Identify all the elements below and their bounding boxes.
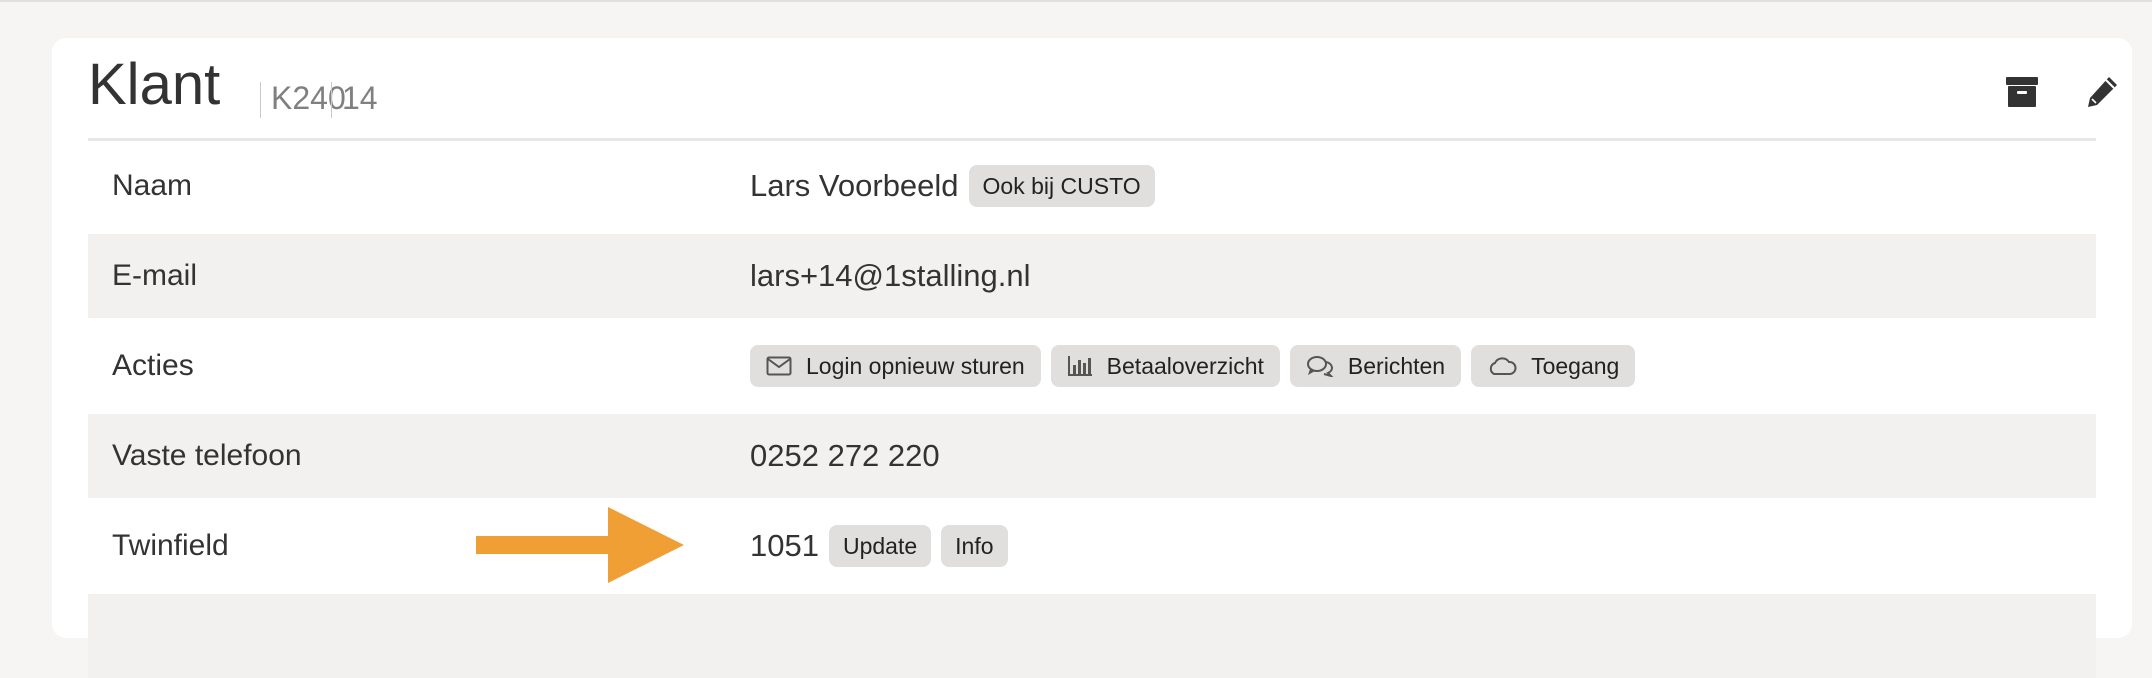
row-name: Naam Lars Voorbeeld Ook bij CUSTO	[88, 144, 2096, 228]
row-next	[88, 594, 2096, 678]
row-label-twinfield: Twinfield	[112, 529, 229, 562]
row-label-name: Naam	[112, 169, 193, 202]
row-phone: Vaste telefoon 0252 272 220	[88, 414, 2096, 498]
row-value-name: Lars Voorbeeld Ook bij CUSTO	[750, 144, 1155, 228]
card-header: Klant K240 14	[88, 38, 2117, 141]
access-button[interactable]: Toegang	[1471, 345, 1636, 387]
payment-overview-button[interactable]: Betaaloverzicht	[1050, 345, 1280, 387]
arrow-annotation-icon	[476, 507, 684, 583]
meta-separator	[260, 82, 261, 118]
also-at-badge: Ook bij CUSTO	[968, 165, 1155, 207]
row-value-twinfield: 1051 Update Info	[750, 504, 1008, 588]
messages-button[interactable]: Berichten	[1289, 345, 1462, 387]
meta-separator	[331, 82, 332, 118]
chat-bubbles-icon	[1306, 356, 1334, 377]
envelope-icon	[766, 356, 792, 376]
info-button[interactable]: Info	[941, 525, 1008, 567]
row-label-phone: Vaste telefoon	[112, 439, 302, 472]
phone-value: 0252 272 220	[750, 438, 940, 473]
access-label: Toegang	[1531, 352, 1620, 379]
messages-label: Berichten	[1347, 352, 1446, 379]
row-label-email: E-mail	[112, 259, 198, 292]
cloud-icon	[1489, 357, 1517, 375]
payment-overview-label: Betaaloverzicht	[1106, 352, 1264, 379]
row-actions: Acties Login opnieuw sturen Betaaloverzi…	[88, 324, 2096, 408]
top-border	[0, 0, 2152, 2]
resend-login-button[interactable]: Login opnieuw sturen	[750, 345, 1041, 387]
customer-name: Lars Voorbeeld	[750, 168, 959, 203]
pencil-icon[interactable]	[2082, 72, 2122, 112]
row-email: E-mail lars+14@1stalling.nl	[88, 234, 2096, 318]
customer-code: K240	[271, 80, 346, 116]
customer-number: 14	[342, 80, 378, 116]
row-twinfield: Twinfield 1051 Update Info	[88, 504, 2096, 588]
customer-card: Klant K240 14 Naam Lars Voorbeeld Ook bi…	[52, 38, 2132, 678]
actions-group: Login opnieuw sturen Betaaloverzicht Ber…	[750, 324, 1645, 408]
twinfield-number: 1051	[750, 528, 819, 563]
email-value: lars+14@1stalling.nl	[750, 258, 1031, 293]
update-button[interactable]: Update	[828, 525, 932, 567]
bar-chart-icon	[1067, 356, 1092, 376]
row-label-actions: Acties	[112, 349, 194, 382]
page-title: Klant	[88, 52, 221, 117]
archive-box-icon[interactable]	[2002, 72, 2042, 112]
resend-login-label: Login opnieuw sturen	[806, 352, 1025, 379]
